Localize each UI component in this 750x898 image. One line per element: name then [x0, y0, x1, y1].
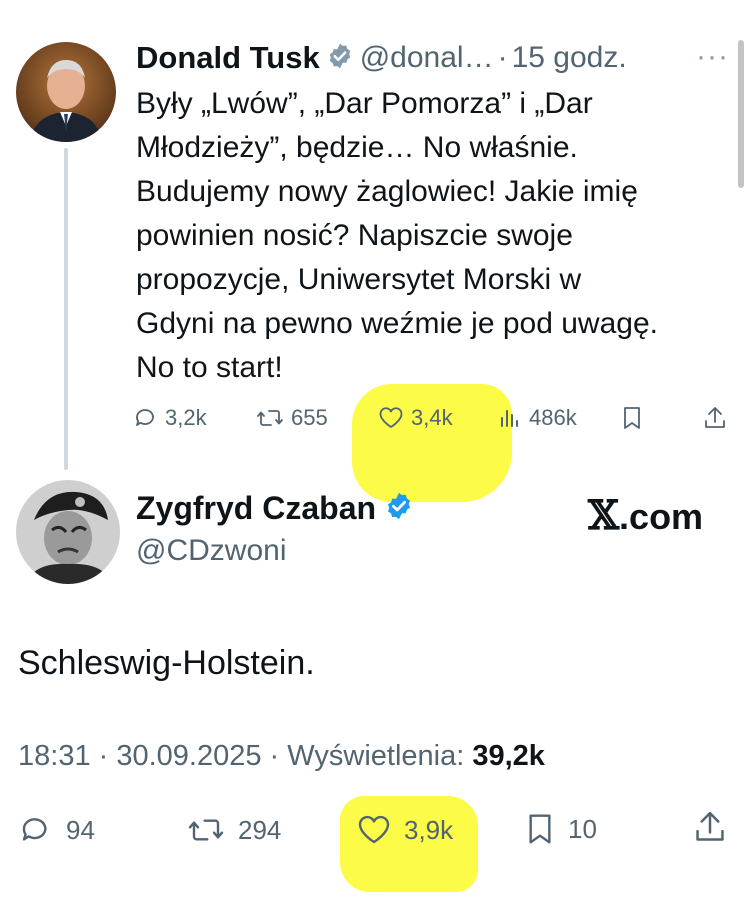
- heart-icon: [358, 815, 390, 844]
- reply-header: Zygfryd Czaban: [136, 490, 420, 527]
- repost-button[interactable]: 655: [256, 405, 328, 431]
- reply-like-button[interactable]: 3,9k: [356, 814, 453, 846]
- verified-badge-icon: [384, 491, 414, 526]
- heart-icon: [379, 407, 403, 428]
- like-button[interactable]: 3,4k: [378, 405, 453, 431]
- author-name[interactable]: Donald Tusk: [136, 40, 320, 76]
- views-count: 486k: [529, 405, 577, 430]
- reply-repost-button[interactable]: 294: [186, 814, 281, 846]
- thread-line: [64, 148, 68, 470]
- scrollbar[interactable]: [738, 40, 744, 188]
- author-handle[interactable]: @donal…: [360, 41, 494, 75]
- like-count: 3,4k: [411, 405, 453, 430]
- views-button[interactable]: 486k: [498, 405, 577, 431]
- reply-author-name[interactable]: Zygfryd Czaban: [136, 490, 376, 527]
- reply-text: Schleswig-Holstein.: [18, 644, 315, 682]
- timestamp-text[interactable]: 18:31 · 30.09.2025 · Wyświetlenia:: [18, 740, 472, 772]
- reply-bookmark-button[interactable]: 10: [524, 810, 597, 848]
- reply-icon: [136, 409, 154, 426]
- reply-views-count: 39,2k: [472, 740, 545, 772]
- reply-count: 3,2k: [165, 405, 207, 430]
- tweet-header: Donald Tusk @donal… · 15 godz.: [136, 40, 627, 76]
- verified-badge-icon: [326, 42, 354, 75]
- views-icon: [501, 410, 518, 427]
- reply-bookmark-count: 10: [568, 813, 597, 844]
- like-highlight: [352, 384, 512, 502]
- more-dots-icon[interactable]: ···: [696, 40, 729, 74]
- bookmark-icon[interactable]: [620, 405, 644, 436]
- repost-count: 655: [291, 405, 328, 430]
- reply-share-icon[interactable]: [692, 808, 728, 851]
- reply-like-count: 3,9k: [404, 814, 454, 845]
- czaban-avatar[interactable]: [16, 480, 120, 584]
- reply-button[interactable]: 3,2k: [134, 405, 207, 431]
- reply-repost-count: 294: [238, 814, 282, 845]
- separator: ·: [497, 41, 508, 74]
- tweet-time[interactable]: 15 godz.: [512, 41, 627, 75]
- bookmark-icon: [529, 814, 551, 844]
- xcom-watermark: 𝕏.com: [588, 492, 703, 539]
- reply-icon: [22, 818, 47, 841]
- repost-icon: [188, 819, 224, 841]
- reply-timestamp: 18:31 · 30.09.2025 · Wyświetlenia: 39,2k: [18, 740, 545, 773]
- reply-author-handle[interactable]: @CDzwoni: [136, 534, 286, 568]
- repost-icon: [257, 410, 283, 426]
- tweet-text: Były „Lwów”, „Dar Pomorza” i „Dar Młodzi…: [136, 87, 658, 384]
- xcom-text: .com: [619, 496, 704, 537]
- share-icon[interactable]: [702, 405, 728, 436]
- tusk-avatar[interactable]: [16, 42, 116, 142]
- x-logo-icon: 𝕏: [588, 492, 620, 539]
- reply-reply-button[interactable]: 94: [18, 814, 95, 846]
- reply-reply-count: 94: [66, 814, 95, 845]
